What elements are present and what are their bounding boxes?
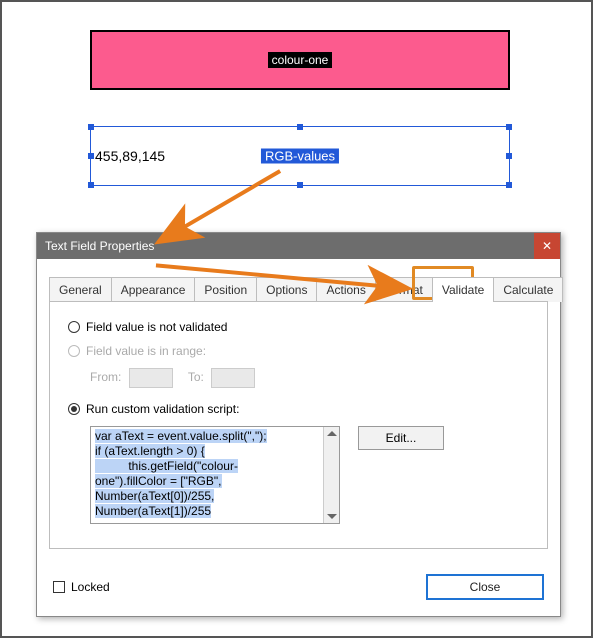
text-field-properties-dialog: Text Field Properties ✕ General Appearan…: [36, 232, 561, 617]
range-from-label: From:: [90, 370, 121, 384]
radio-custom-script-label: Run custom validation script:: [86, 402, 239, 416]
validation-script-box[interactable]: var aText = event.value.split(","); if (…: [90, 426, 340, 524]
field-colour-one[interactable]: colour-one: [90, 30, 510, 90]
radio-not-validated-label: Field value is not validated: [86, 320, 227, 334]
dialog-titlebar[interactable]: Text Field Properties ✕: [37, 233, 560, 259]
edit-script-button[interactable]: Edit...: [358, 426, 444, 450]
range-from-input: [129, 368, 173, 388]
radio-in-range-label: Field value is in range:: [86, 344, 206, 358]
validate-panel: Field value is not validated Field value…: [49, 301, 548, 549]
tab-actions[interactable]: Actions: [316, 277, 375, 302]
dialog-footer: Locked Close: [37, 564, 560, 616]
close-button[interactable]: Close: [426, 574, 544, 600]
code-line: one").fillColor = ["RGB",: [95, 474, 222, 488]
tab-general[interactable]: General: [49, 277, 112, 302]
code-line: Number(aText[0])/255,: [95, 489, 214, 503]
radio-in-range: [68, 345, 80, 357]
tab-options[interactable]: Options: [256, 277, 317, 302]
tab-calculate[interactable]: Calculate: [493, 277, 563, 302]
radio-custom-script[interactable]: [68, 403, 80, 415]
tab-appearance[interactable]: Appearance: [111, 277, 196, 302]
dialog-close-icon[interactable]: ✕: [534, 233, 560, 259]
locked-label: Locked: [71, 580, 110, 594]
radio-not-validated[interactable]: [68, 321, 80, 333]
field-rgb-values-label: RGB-values: [261, 149, 339, 164]
range-to-input: [211, 368, 255, 388]
code-line: Number(aText[1])/255: [95, 504, 211, 518]
field-rgb-values[interactable]: 455,89,145 RGB-values: [90, 126, 510, 186]
screenshot-frame: colour-one 455,89,145 RGB-values Text Fi…: [0, 0, 593, 638]
field-rgb-values-value: 455,89,145: [95, 148, 165, 164]
code-line: var aText = event.value.split(",");: [95, 429, 267, 443]
field-colour-one-label: colour-one: [268, 52, 333, 68]
tab-strip: General Appearance Position Options Acti…: [49, 277, 548, 302]
range-to-label: To:: [188, 370, 204, 384]
locked-checkbox[interactable]: [53, 581, 65, 593]
dialog-title: Text Field Properties: [45, 239, 154, 253]
scrollbar[interactable]: [323, 427, 339, 523]
code-line: this.getField("colour-: [95, 459, 238, 473]
tab-validate[interactable]: Validate: [432, 277, 494, 302]
tab-format[interactable]: Format: [375, 277, 433, 302]
tab-position[interactable]: Position: [194, 277, 257, 302]
code-line: if (aText.length > 0) {: [95, 444, 205, 458]
